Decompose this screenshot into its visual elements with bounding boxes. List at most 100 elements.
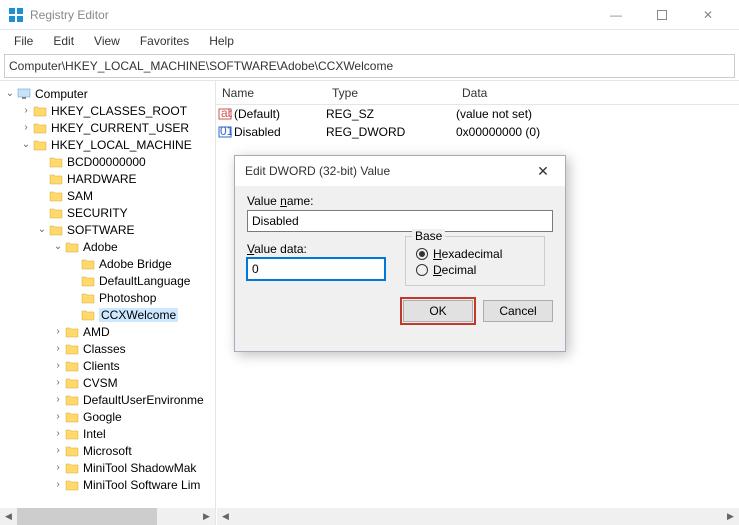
tree-item-ccxwelcome[interactable]: CCXWelcome xyxy=(0,306,215,323)
maximize-button[interactable] xyxy=(639,0,685,30)
folder-icon xyxy=(64,393,80,407)
tree-item-computer[interactable]: ⌄ Computer xyxy=(0,85,215,102)
value-row[interactable]: ab(Default)REG_SZ(value not set) xyxy=(216,105,739,123)
tree-item-label: BCD00000000 xyxy=(67,155,146,169)
chevron-right-icon[interactable]: › xyxy=(20,122,32,133)
tree-item-label: MiniTool ShadowMak xyxy=(83,461,196,475)
tree-item-label: HKEY_LOCAL_MACHINE xyxy=(51,138,192,152)
folder-icon xyxy=(48,155,64,169)
tree-item-hkey-classes-root[interactable]: › HKEY_CLASSES_ROOT xyxy=(0,102,215,119)
tree-item-label: Computer xyxy=(35,87,88,101)
tree-item-minitool-shadowmak[interactable]: › MiniTool ShadowMak xyxy=(0,459,215,476)
edit-dword-dialog: Edit DWORD (32-bit) Value ✕ Value name: … xyxy=(234,155,566,352)
scroll-left-button[interactable]: ◀ xyxy=(217,508,234,525)
close-button[interactable]: ✕ xyxy=(685,0,731,30)
folder-icon xyxy=(64,444,80,458)
chevron-down-icon[interactable]: ⌄ xyxy=(20,139,32,150)
tree-item-sam[interactable]: SAM xyxy=(0,187,215,204)
chevron-right-icon[interactable]: › xyxy=(52,326,64,337)
chevron-down-icon[interactable]: ⌄ xyxy=(4,88,16,99)
tree-item-bcd00000000[interactable]: BCD00000000 xyxy=(0,153,215,170)
tree-item-hardware[interactable]: HARDWARE xyxy=(0,170,215,187)
tree-item-defaultuserenvironme[interactable]: › DefaultUserEnvironme xyxy=(0,391,215,408)
tree-item-adobe[interactable]: ⌄Adobe xyxy=(0,238,215,255)
tree-item-label: DefaultUserEnvironme xyxy=(83,393,204,407)
tree-item-hkey-local-machine[interactable]: ⌄ HKEY_LOCAL_MACHINE xyxy=(0,136,215,153)
scroll-thumb[interactable] xyxy=(17,508,157,525)
dialog-title: Edit DWORD (32-bit) Value xyxy=(245,164,531,178)
tree-item-clients[interactable]: ›Clients xyxy=(0,357,215,374)
folder-icon xyxy=(48,206,64,220)
address-text: Computer\HKEY_LOCAL_MACHINE\SOFTWARE\Ado… xyxy=(9,59,393,73)
tree-item-intel[interactable]: ›Intel xyxy=(0,425,215,442)
address-bar[interactable]: Computer\HKEY_LOCAL_MACHINE\SOFTWARE\Ado… xyxy=(4,54,735,78)
dialog-close-button[interactable]: ✕ xyxy=(531,163,555,180)
tree-item-photoshop[interactable]: Photoshop xyxy=(0,289,215,306)
tree-item-classes[interactable]: › Classes xyxy=(0,340,215,357)
tree-item-defaultlanguage[interactable]: DefaultLanguage xyxy=(0,272,215,289)
tree-item-amd[interactable]: ›AMD xyxy=(0,323,215,340)
tree-item-google[interactable]: › Google xyxy=(0,408,215,425)
chevron-right-icon[interactable]: › xyxy=(52,479,64,490)
list-scrollbar[interactable]: ◀ ▶ xyxy=(217,508,739,525)
value-data-input[interactable] xyxy=(247,258,385,280)
tree-item-software[interactable]: ⌄SOFTWARE xyxy=(0,221,215,238)
value-data-label: Value data: xyxy=(247,242,385,256)
radio-icon xyxy=(416,248,428,260)
minimize-button[interactable]: — xyxy=(593,0,639,30)
chevron-right-icon[interactable]: › xyxy=(52,394,64,405)
chevron-right-icon[interactable]: › xyxy=(52,428,64,439)
list-header: Name Type Data xyxy=(216,81,739,105)
tree-item-adobe-bridge[interactable]: Adobe Bridge xyxy=(0,255,215,272)
tree-item-label: SECURITY xyxy=(67,206,128,220)
chevron-down-icon[interactable]: ⌄ xyxy=(36,224,48,235)
value-name-input[interactable] xyxy=(247,210,553,232)
tree-item-hkey-current-user[interactable]: ›HKEY_CURRENT_USER xyxy=(0,119,215,136)
chevron-right-icon[interactable]: › xyxy=(52,377,64,388)
tree-item-label: SAM xyxy=(67,189,93,203)
tree-item-label: Google xyxy=(83,410,122,424)
cancel-button[interactable]: Cancel xyxy=(483,300,553,322)
folder-icon xyxy=(64,325,80,339)
chevron-down-icon[interactable]: ⌄ xyxy=(52,241,64,252)
menu-bar: File Edit View Favorites Help xyxy=(0,30,739,52)
col-header-data[interactable]: Data xyxy=(456,86,739,100)
tree-item-label: DefaultLanguage xyxy=(99,274,190,288)
tree-item-label: HKEY_CLASSES_ROOT xyxy=(51,104,187,118)
radio-decimal[interactable]: Decimal xyxy=(416,263,534,277)
folder-icon xyxy=(64,376,80,390)
radio-hexadecimal[interactable]: Hexadecimal xyxy=(416,247,534,261)
tree-item-cvsm[interactable]: ›CVSM xyxy=(0,374,215,391)
tree-scrollbar[interactable]: ◀ ▶ xyxy=(0,508,216,525)
chevron-right-icon[interactable]: › xyxy=(52,343,64,354)
tree-item-minitool-software-lim[interactable]: ›MiniTool Software Lim xyxy=(0,476,215,493)
col-header-type[interactable]: Type xyxy=(326,86,456,100)
tree-item-label: Photoshop xyxy=(99,291,156,305)
window-title: Registry Editor xyxy=(30,8,593,22)
value-row[interactable]: 011DisabledREG_DWORD0x00000000 (0) xyxy=(216,123,739,141)
chevron-right-icon[interactable]: › xyxy=(52,462,64,473)
menu-file[interactable]: File xyxy=(4,32,43,50)
folder-icon xyxy=(48,223,64,237)
value-name-label: Value name: xyxy=(247,194,553,208)
chevron-right-icon[interactable]: › xyxy=(52,445,64,456)
dialog-title-bar: Edit DWORD (32-bit) Value ✕ xyxy=(235,156,565,186)
menu-help[interactable]: Help xyxy=(199,32,244,50)
tree-item-label: Classes xyxy=(83,342,126,356)
chevron-right-icon[interactable]: › xyxy=(20,105,32,116)
chevron-right-icon[interactable]: › xyxy=(52,360,64,371)
value-name: Disabled xyxy=(234,125,326,139)
scroll-right-button[interactable]: ▶ xyxy=(722,508,739,525)
menu-edit[interactable]: Edit xyxy=(43,32,84,50)
menu-favorites[interactable]: Favorites xyxy=(130,32,199,50)
svg-text:011: 011 xyxy=(220,125,232,138)
ok-button[interactable]: OK xyxy=(403,300,473,322)
scroll-right-button[interactable]: ▶ xyxy=(198,508,215,525)
col-header-name[interactable]: Name xyxy=(216,86,326,100)
scroll-left-button[interactable]: ◀ xyxy=(0,508,17,525)
chevron-right-icon[interactable]: › xyxy=(52,411,64,422)
menu-view[interactable]: View xyxy=(84,32,130,50)
tree-item-security[interactable]: SECURITY xyxy=(0,204,215,221)
tree-item-microsoft[interactable]: ›Microsoft xyxy=(0,442,215,459)
app-icon xyxy=(8,7,24,23)
